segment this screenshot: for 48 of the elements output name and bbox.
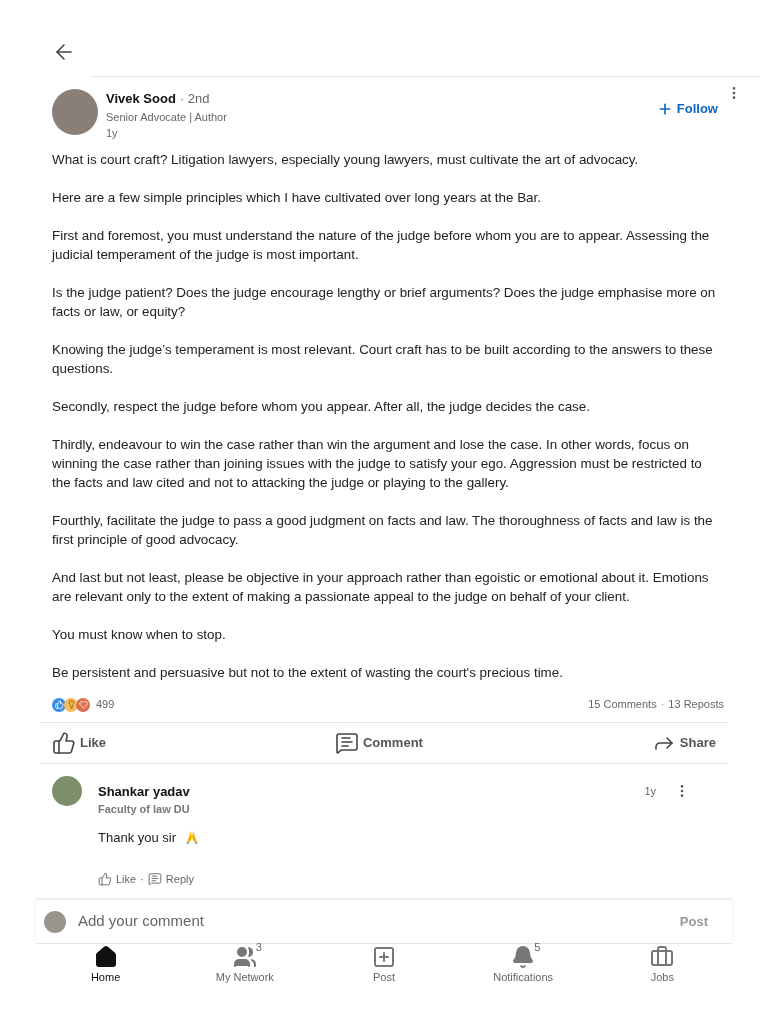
post-time: 1y	[106, 126, 119, 141]
commenter-name[interactable]: Shankar yadav	[98, 781, 645, 801]
comment-input[interactable]: Add your comment	[78, 910, 680, 933]
post-paragraph: Knowing the judge’s temperament is most relevant. Court craft has to be built according to the answers to these questions.	[52, 340, 714, 378]
comment-icon	[334, 730, 359, 755]
post-paragraph: Fourthly, facilitate the judge to pass a good judgment on facts and law. The thoroughness of facts and law is the first principle of good advocacy.	[52, 511, 714, 549]
briefcase-icon	[650, 944, 675, 969]
praying-hands-icon	[186, 830, 199, 845]
connection-degree: · 2nd	[179, 90, 210, 108]
people-icon	[232, 944, 257, 969]
comment-like-button[interactable]: Like	[98, 871, 137, 888]
repost-count[interactable]: 13 Reposts	[668, 696, 724, 713]
post-paragraph: And last but not least, please be objective in your approach rather than egoistic or emotional about it. Emotions are relevant only to the extent of making a passionate appeal to the judge on behalf of your client.	[52, 568, 710, 606]
author-name[interactable]: Vivek Sood	[106, 89, 176, 109]
comment-count[interactable]: 15 Comments	[588, 696, 657, 713]
bell-icon	[511, 944, 536, 969]
author-headline: Senior Advocate | Author	[106, 109, 228, 125]
separator-dot: ·	[140, 872, 144, 887]
post-paragraph: Be persistent and persuasive but not to the extent of wasting the court's precious time.	[52, 663, 564, 682]
reaction-count[interactable]: 499	[96, 696, 115, 713]
user-avatar	[44, 910, 66, 933]
comment-time: 1y	[644, 784, 656, 799]
post-paragraph: Thirdly, endeavour to win the case rather than win the argument and lose the case. In other words, focus on winning the case rather than joining issues with the judge to satisfy your ego. Aggression must be restricted to the facts and law cited and not to attacking the judge or playing to the gallery.	[52, 435, 703, 492]
like-button[interactable]: Like	[52, 730, 106, 755]
post-paragraph: You must know when to stop.	[52, 625, 227, 644]
post-paragraph: Secondly, respect the judge before whom you appear. After all, the judge decides the case.	[52, 397, 591, 416]
post-paragraph: Here are a few simple principles which I have cultivated over long years at the Bar.	[52, 188, 542, 207]
comment-icon	[147, 872, 162, 887]
follow-button[interactable]: Follow	[656, 99, 718, 119]
home-icon	[93, 944, 118, 969]
avatar[interactable]	[52, 89, 98, 135]
reactions-icon	[52, 697, 90, 712]
post-paragraph: Is the judge patient? Does the judge encourage lengthy or brief arguments? Does the judge emphasise more on facts or law, or equity?	[52, 283, 717, 321]
nav-tab[interactable]: Home	[50, 944, 161, 986]
thumbs-up-icon	[52, 730, 76, 755]
thumbs-up-icon	[98, 872, 112, 887]
plus-square-icon	[371, 944, 396, 969]
commenter-avatar[interactable]	[52, 775, 82, 806]
separator-dot: ·	[660, 697, 665, 713]
comment-text: Thank you sir	[98, 828, 177, 847]
nav-tab[interactable]: Post	[328, 944, 439, 986]
commenter-headline: Faculty of law DU	[98, 802, 191, 817]
nav-tab[interactable]: Jobs	[607, 944, 718, 986]
post-paragraph: First and foremost, you must understand the nature of the judge before whom you are to appear. Assessing the judicial temperament of the judge is most important.	[52, 226, 711, 264]
post-paragraph: What is court craft? Litigation lawyers, especially young lawyers, must cultivate the art of advocacy.	[52, 150, 640, 169]
share-button[interactable]: Share	[651, 730, 716, 755]
reply-button[interactable]: Reply	[147, 871, 194, 888]
comment-button[interactable]: Comment	[334, 730, 423, 755]
